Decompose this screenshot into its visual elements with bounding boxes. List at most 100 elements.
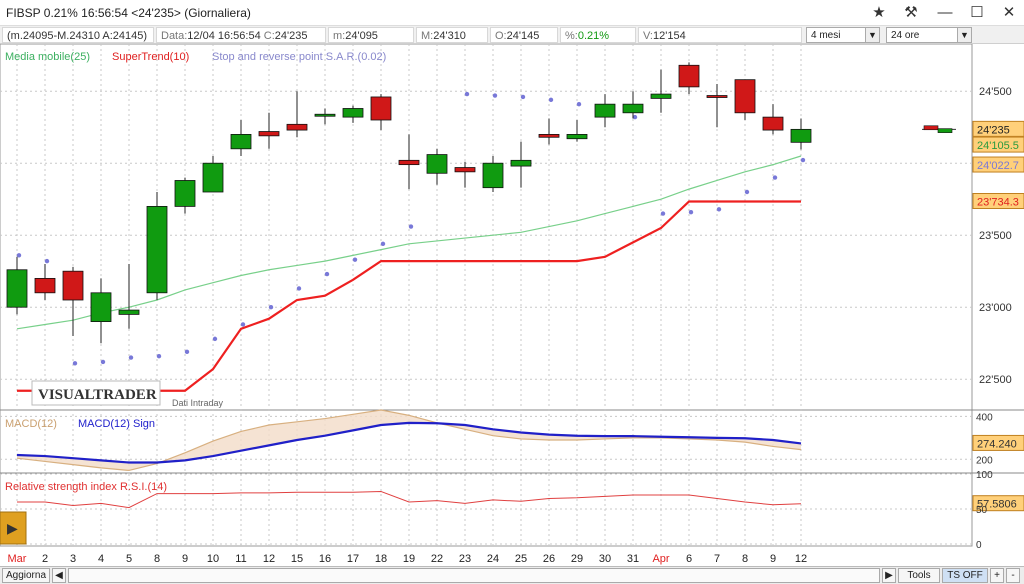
scroll-right-icon[interactable]: ▶ [882, 568, 896, 583]
grid [0, 44, 1024, 547]
x-axis-label: 31 [627, 553, 639, 565]
candle-body [90, 292, 112, 323]
candle-body [678, 64, 700, 88]
x-axis-label: 2 [42, 553, 48, 565]
horizontal-scrollbar[interactable] [68, 568, 880, 583]
sar-dot [492, 93, 498, 98]
price-axis-label: 23'500 [979, 230, 1012, 242]
hammer-icon[interactable]: ⚒ [900, 3, 922, 23]
candle-body [230, 134, 252, 150]
x-axis-label: 10 [207, 553, 219, 565]
watermark-subtitle: Dati Intraday [172, 398, 224, 408]
interval-select[interactable]: 24 ore ▼ [886, 27, 972, 43]
x-axis-label: 12 [795, 553, 807, 565]
status-bar: Aggiorna ◀ ▶ Tools TS OFF + - [0, 566, 1024, 584]
candle-body [538, 134, 560, 138]
min-label: m: [333, 30, 346, 42]
star-icon[interactable]: ★ [868, 3, 890, 23]
price-axis-label: 24'500 [979, 86, 1012, 98]
x-axis-label: 16 [319, 553, 331, 565]
legend-macd-sign[interactable]: MACD(12) Sign [78, 418, 155, 430]
open-value: 24'145 [506, 30, 540, 42]
candle-body [342, 108, 364, 118]
price-panel [6, 62, 956, 392]
sar-dot [240, 322, 246, 327]
x-axis-label: 22 [431, 553, 443, 565]
legend-sar[interactable]: Stop and reverse point S.A.R.(0.02) [212, 51, 386, 63]
macd-axis-label: 400 [976, 412, 993, 423]
sar-dot [156, 353, 162, 359]
candle-body [286, 123, 308, 131]
sar-dot [688, 209, 694, 215]
close-value: 24'235 [274, 30, 308, 42]
sar-dot [268, 305, 274, 310]
sar-dot [520, 94, 526, 100]
sar-dot [744, 189, 750, 195]
chart-area[interactable]: 274.240 57.5806 24'50024'00023'50023'000… [0, 44, 1024, 566]
legend-supertrend[interactable]: SuperTrend(10) [112, 51, 189, 63]
sar-dot [716, 207, 722, 212]
x-axis-label: 9 [770, 553, 776, 565]
rsi-axis-label: 0 [976, 540, 982, 551]
candle-body [118, 309, 140, 315]
x-axis-label: 15 [291, 553, 303, 565]
open-label: O: [495, 30, 507, 42]
candle-body [426, 154, 448, 174]
period-select-value: 4 mesi [811, 30, 841, 41]
pct-label: %: [565, 30, 578, 42]
minimize-icon[interactable]: — [934, 3, 956, 23]
candle-body [146, 205, 168, 294]
legend-moving-average[interactable]: Media mobile(25) [5, 51, 90, 63]
volume-field: V:12'154 [638, 27, 802, 43]
x-axis-label: 23 [459, 553, 471, 565]
x-axis-label: 5 [126, 553, 132, 565]
candle-body [622, 103, 644, 114]
candle-body [174, 180, 196, 207]
zoom-in-button[interactable]: + [990, 568, 1004, 583]
candle-body [202, 162, 224, 193]
price-axis-label: 22'500 [979, 374, 1012, 386]
legend-rsi[interactable]: Relative strength index R.S.I.(14) [5, 481, 167, 493]
refresh-button[interactable]: Aggiorna [2, 568, 50, 583]
sar-dot [100, 359, 106, 365]
candle-body [594, 103, 616, 118]
tools-button[interactable]: Tools [898, 568, 940, 583]
candle-body [6, 269, 28, 308]
zoom-out-button[interactable]: - [1006, 568, 1020, 583]
ma-price-tag: 24'105.5 [977, 140, 1019, 152]
sar-dot [464, 91, 470, 97]
sar-dot [408, 224, 414, 229]
candle-body [762, 116, 784, 131]
price-axis-label: 23'000 [979, 302, 1012, 314]
close-price-tag: 24'235 [977, 124, 1010, 136]
macd-value-tag: 274.240 [977, 438, 1017, 450]
date-value: 12/04 16:56:54 [187, 30, 261, 42]
watermark-logo: VISUALTRADER [38, 387, 157, 403]
supertrend-price-tag: 23'734.3 [977, 197, 1019, 209]
scroll-left-icon[interactable]: ◀ [52, 568, 66, 583]
maximize-icon[interactable]: ☐ [966, 3, 988, 23]
x-axis-label: 7 [714, 553, 720, 565]
sar-dot [128, 355, 134, 360]
x-axis-label: 24 [487, 553, 499, 565]
x-axis-label: 4 [98, 553, 104, 565]
volume-label: V: [643, 30, 653, 42]
pct-field: %:0.21% [560, 27, 636, 43]
chevron-down-icon: ▼ [957, 28, 971, 42]
candle-body [370, 96, 392, 121]
period-select[interactable]: 4 mesi ▼ [806, 27, 880, 43]
close-icon[interactable]: ✕ [998, 3, 1020, 23]
candle-body [650, 93, 672, 99]
sar-dot [44, 258, 50, 264]
sar-dot [324, 271, 330, 277]
ts-off-button[interactable]: TS OFF [942, 568, 988, 583]
macd-axis-label: 200 [976, 455, 993, 466]
legend-macd[interactable]: MACD(12) [5, 418, 57, 430]
sar-dot [660, 211, 666, 216]
mini-candle [937, 128, 953, 133]
date-field: Data:12/04 16:56:54 C:24'235 [156, 27, 326, 43]
candle-body [482, 162, 504, 189]
sar-dot [72, 361, 78, 366]
max-label: M: [421, 30, 434, 42]
candle-body [706, 95, 728, 98]
